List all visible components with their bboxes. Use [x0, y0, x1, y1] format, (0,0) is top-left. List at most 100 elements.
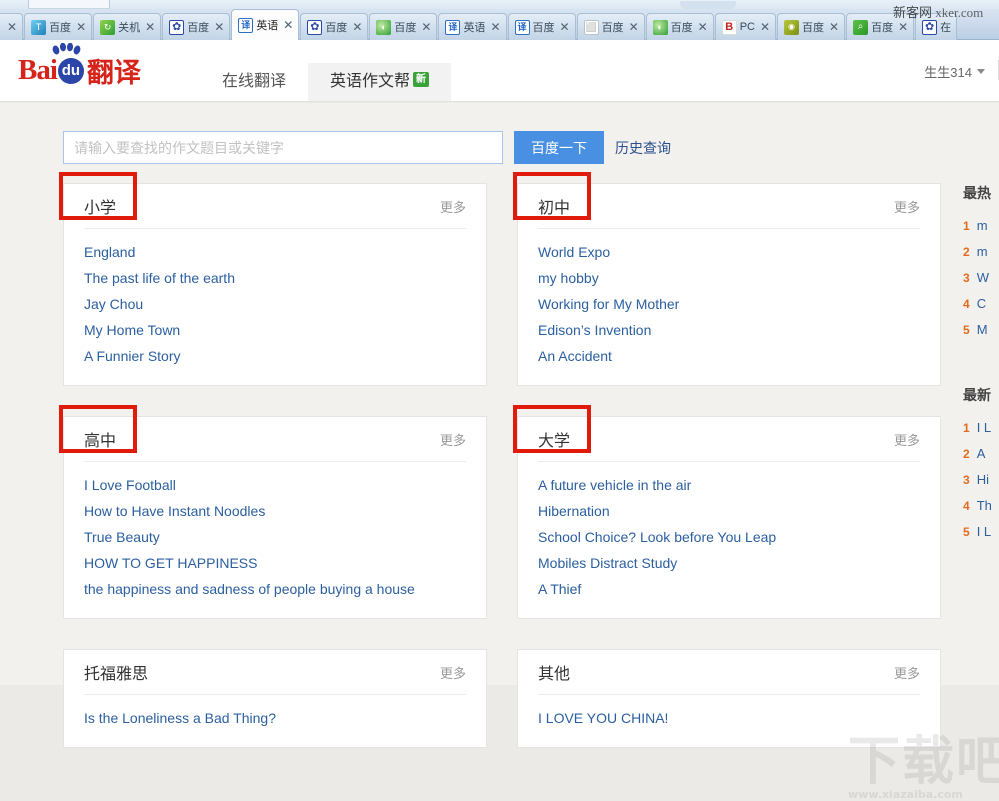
history-query-link[interactable]: 历史查询 [615, 138, 671, 158]
sidebar-rank-row[interactable]: 4C [963, 291, 999, 317]
browser-tab-11[interactable]: BPC✕ [715, 13, 776, 40]
nav-item-1[interactable]: 英语作文帮新 [308, 63, 451, 101]
essay-link[interactable]: Hibernation [538, 498, 920, 524]
sidebar-rank-row[interactable]: 3Hi [963, 467, 999, 493]
baidu-fanyi-logo[interactable]: Baidu 翻译 [18, 51, 141, 90]
card-more-link[interactable]: 更多 [440, 663, 466, 682]
essay-link[interactable]: Mobiles Distract Study [538, 550, 920, 576]
browser-tab-1[interactable]: T百度✕ [24, 13, 92, 40]
sidebar-rank-row[interactable]: 4Th [963, 493, 999, 519]
essay-link[interactable]: HOW TO GET HAPPINESS [84, 550, 466, 576]
close-icon[interactable]: ✕ [488, 21, 500, 33]
browser-tab-13[interactable]: ⌕百度✕ [846, 13, 914, 40]
close-icon[interactable]: ✕ [5, 21, 17, 33]
card-more-link[interactable]: 更多 [894, 663, 920, 682]
card-header: 其他更多 [538, 650, 920, 695]
page-body: 百度一下 历史查询 小学更多EnglandThe past life of th… [0, 103, 999, 685]
browser-tab-0[interactable]: ✕ [0, 13, 23, 40]
search-button[interactable]: 百度一下 [514, 131, 604, 164]
card-more-link[interactable]: 更多 [894, 197, 920, 216]
essay-link[interactable]: my hobby [538, 265, 920, 291]
search-bar: 百度一下 历史查询 [63, 131, 671, 164]
essay-link[interactable]: A Thief [538, 576, 920, 602]
sidebar-rank-row[interactable]: 5I L [963, 519, 999, 545]
essay-link[interactable]: Working for My Mother [538, 291, 920, 317]
essay-link[interactable]: Edison’s Invention [538, 317, 920, 343]
close-icon[interactable]: ✕ [419, 21, 431, 33]
essay-link[interactable]: Jay Chou [84, 291, 466, 317]
sidebar-rank-text: M [977, 317, 988, 343]
essay-link[interactable]: True Beauty [84, 524, 466, 550]
card-more-link[interactable]: 更多 [440, 197, 466, 216]
close-icon[interactable]: ✕ [212, 21, 224, 33]
sidebar-block-title: 最新 [963, 385, 999, 405]
sidebar-rank-row[interactable]: 3W [963, 265, 999, 291]
close-icon[interactable]: ✕ [74, 21, 86, 33]
sidebar-rank-text: m [977, 239, 988, 265]
essay-link[interactable]: A Funnier Story [84, 343, 466, 369]
nav-new-badge: 新 [413, 72, 429, 87]
card-more-link[interactable]: 更多 [894, 430, 920, 449]
browser-tab-14[interactable]: ✿在 [915, 13, 957, 40]
search-input[interactable] [63, 131, 503, 164]
pc-icon: B [722, 20, 737, 35]
card-title: 高中 [84, 427, 116, 451]
essay-link[interactable]: England [84, 239, 466, 265]
close-icon[interactable]: ✕ [758, 21, 770, 33]
essay-link[interactable]: An Accident [538, 343, 920, 369]
nav-item-0[interactable]: 在线翻译 [200, 63, 308, 101]
site-header: Baidu 翻译 在线翻译英语作文帮新 生生314 [0, 40, 999, 102]
sidebar-rank-text: I L [977, 519, 991, 545]
essay-link[interactable]: The past life of the earth [84, 265, 466, 291]
essay-link[interactable]: A future vehicle in the air [538, 472, 920, 498]
card-more-link[interactable]: 更多 [440, 430, 466, 449]
sidebar-rank-text: m [977, 213, 988, 239]
browser-tab-9[interactable]: ⬜百度✕ [577, 13, 645, 40]
browser-tab-title: 英语 [463, 19, 485, 35]
browser-tab-title: 百度 [187, 19, 209, 35]
sidebar-rank-row[interactable]: 2A [963, 441, 999, 467]
olive-icon: ◉ [784, 20, 799, 35]
essay-link[interactable]: I LOVE YOU CHINA! [538, 705, 920, 731]
browser-tab-7[interactable]: 译英语✕ [438, 13, 506, 40]
close-icon[interactable]: ✕ [696, 21, 708, 33]
sidebar-rank-row[interactable]: 2m [963, 239, 999, 265]
close-icon[interactable]: ✕ [896, 21, 908, 33]
close-icon[interactable]: ✕ [627, 21, 639, 33]
essay-link[interactable]: I Love Football [84, 472, 466, 498]
browser-tab-5[interactable]: ✿百度✕ [300, 13, 368, 40]
browser-tab-6[interactable]: ◐百度✕ [369, 13, 437, 40]
browser-tab-10[interactable]: ◐百度✕ [646, 13, 714, 40]
category-card: 初中更多World Expomy hobbyWorking for My Mot… [517, 183, 941, 386]
browser-tab-3[interactable]: ✿百度✕ [162, 13, 230, 40]
sidebar-rank-row[interactable]: 1m [963, 213, 999, 239]
user-menu[interactable]: 生生314 [924, 62, 985, 81]
globe-icon: ◐ [376, 20, 391, 35]
close-icon[interactable]: ✕ [827, 21, 839, 33]
close-icon[interactable]: ✕ [281, 19, 293, 31]
browser-tab-8[interactable]: 译百度✕ [508, 13, 576, 40]
browser-tab-12[interactable]: ◉百度✕ [777, 13, 845, 40]
close-icon[interactable]: ✕ [558, 21, 570, 33]
essay-link[interactable]: How to Have Instant Noodles [84, 498, 466, 524]
essay-link[interactable]: Is the Loneliness a Bad Thing? [84, 705, 466, 731]
globe-icon: ◐ [653, 20, 668, 35]
sidebar-block: 最新 1I L2A3Hi4Th5I L [963, 385, 999, 545]
browser-tabstrip[interactable]: ✕T百度✕↻关机✕✿百度✕译英语✕✿百度✕◐百度✕译英语✕译百度✕⬜百度✕◐百度… [0, 9, 999, 40]
sidebar-rank-row[interactable]: 1I L [963, 415, 999, 441]
essay-link[interactable]: the happiness and sadness of people buyi… [84, 576, 466, 602]
browser-tab-4[interactable]: 译英语✕ [231, 9, 299, 40]
category-card: 高中 更多 I Love FootballHow to Have Instant N… [63, 416, 487, 619]
browser-tab-2[interactable]: ↻关机✕ [93, 13, 161, 40]
chevron-down-icon [977, 69, 985, 74]
sidebar-rank-number: 1 [963, 213, 970, 239]
card-header: 托福雅思更多 [84, 650, 466, 695]
close-icon[interactable]: ✕ [143, 21, 155, 33]
sidebar-rank-row[interactable]: 5M [963, 317, 999, 343]
category-card: 小学更多EnglandThe past life of the earthJay… [63, 183, 487, 386]
close-icon[interactable]: ✕ [350, 21, 362, 33]
essay-link[interactable]: School Choice? Look before You Leap [538, 524, 920, 550]
main-nav[interactable]: 在线翻译英语作文帮新 [200, 40, 451, 101]
essay-link[interactable]: World Expo [538, 239, 920, 265]
essay-link[interactable]: My Home Town [84, 317, 466, 343]
